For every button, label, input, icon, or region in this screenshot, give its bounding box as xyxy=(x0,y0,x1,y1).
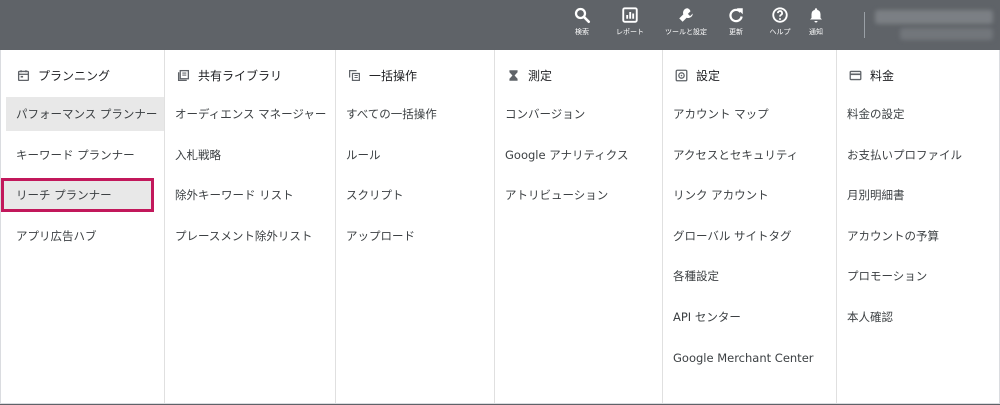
column-title: 測定 xyxy=(528,68,553,83)
menu-item-identity-verification[interactable]: 本人確認 xyxy=(837,300,999,334)
settings-icon xyxy=(675,69,688,81)
hourglass-icon xyxy=(509,69,518,81)
menu-item-attribution[interactable]: アトリビューション xyxy=(495,178,662,212)
top-toolbar: 検索 レポート ツールと設定 更新 ヘルプ 通知 xyxy=(0,0,1000,50)
menu-item-conversions[interactable]: コンバージョン xyxy=(495,97,662,131)
library-icon xyxy=(177,69,190,81)
menu-item-api-center[interactable]: API センター xyxy=(663,300,836,334)
menu-item-performance-planner[interactable]: パフォーマンス プランナー xyxy=(6,97,164,131)
menu-item-audience-manager[interactable]: オーディエンス マネージャー xyxy=(165,97,335,131)
report-label: レポート xyxy=(616,28,644,36)
column-title: プランニング xyxy=(38,68,111,83)
credit-card-icon xyxy=(849,70,862,80)
menu-item-promotions[interactable]: プロモーション xyxy=(837,259,999,293)
tools-settings-label: ツールと設定 xyxy=(665,28,707,36)
menu-item-all-bulk-actions[interactable]: すべての一括操作 xyxy=(336,97,494,131)
copy-icon xyxy=(349,69,360,81)
column-header-measurement: 測定 xyxy=(495,60,662,90)
column-title: 一括操作 xyxy=(369,68,418,83)
menu-item-account-budgets[interactable]: アカウントの予算 xyxy=(837,219,999,253)
menu-item-keyword-planner[interactable]: キーワード プランナー xyxy=(6,138,164,172)
menu-item-google-analytics[interactable]: Google アナリティクス xyxy=(495,138,662,172)
column-title: 設定 xyxy=(696,68,721,83)
search-label: 検索 xyxy=(575,28,589,36)
menu-item-bid-strategies[interactable]: 入札戦略 xyxy=(165,138,335,172)
account-id-blurred xyxy=(900,28,993,40)
column-header-shared-library: 共有ライブラリ xyxy=(165,60,335,90)
column-planning: プランニング パフォーマンス プランナー キーワード プランナー リーチ プラン… xyxy=(1,50,165,403)
menu-item-scripts[interactable]: スクリプト xyxy=(336,178,494,212)
search-button[interactable]: 検索 xyxy=(555,6,609,46)
wrench-icon xyxy=(679,8,693,22)
search-icon xyxy=(574,7,591,24)
toolbar-divider xyxy=(864,12,865,38)
column-billing: 料金 料金の設定 お支払いプロファイル 月別明細書 アカウントの予算 プロモーシ… xyxy=(837,50,999,403)
menu-item-placement-exclusion-lists[interactable]: プレースメント除外リスト xyxy=(165,219,335,253)
notifications-label: 通知 xyxy=(809,28,823,36)
column-title: 共有ライブラリ xyxy=(198,68,283,83)
menu-item-reach-planner[interactable]: リーチ プランナー xyxy=(1,178,154,213)
menu-item-linked-accounts[interactable]: リンク アカウント xyxy=(663,178,836,212)
column-shared-library: 共有ライブラリ オーディエンス マネージャー 入札戦略 除外キーワード リスト … xyxy=(165,50,336,403)
menu-item-billing-settings[interactable]: 料金の設定 xyxy=(837,97,999,131)
notifications-button[interactable]: 通知 xyxy=(789,6,843,46)
help-icon xyxy=(772,7,788,23)
menu-item-monthly-invoice[interactable]: 月別明細書 xyxy=(837,178,999,212)
menu-item-uploads[interactable]: アップロード xyxy=(336,219,494,253)
column-title: 料金 xyxy=(870,68,895,83)
menu-item-global-site-tag[interactable]: グローバル サイトタグ xyxy=(663,219,836,253)
account-info-blurred[interactable] xyxy=(875,10,993,24)
menu-item-google-merchant-center[interactable]: Google Merchant Center xyxy=(663,341,836,375)
menu-item-app-ads-hub[interactable]: アプリ広告ハブ xyxy=(6,219,164,253)
menu-item-negative-keyword-lists[interactable]: 除外キーワード リスト xyxy=(165,178,335,212)
calendar-icon xyxy=(17,69,30,81)
column-header-billing: 料金 xyxy=(837,60,999,90)
menu-item-rules[interactable]: ルール xyxy=(336,138,494,172)
report-icon xyxy=(622,7,638,23)
menu-item-access-security[interactable]: アクセスとセキュリティ xyxy=(663,138,836,172)
tools-menu-panel: プランニング パフォーマンス プランナー キーワード プランナー リーチ プラン… xyxy=(0,50,1000,404)
column-setup: 設定 アカウント マップ アクセスとセキュリティ リンク アカウント グローバル… xyxy=(663,50,837,403)
bell-icon xyxy=(810,8,822,23)
column-header-planning: プランニング xyxy=(1,60,164,90)
menu-item-payments-profile[interactable]: お支払いプロファイル xyxy=(837,138,999,172)
menu-item-preferences[interactable]: 各種設定 xyxy=(663,259,836,293)
column-measurement: 測定 コンバージョン Google アナリティクス アトリビューション xyxy=(495,50,663,403)
column-bulk-actions: 一括操作 すべての一括操作 ルール スクリプト アップロード xyxy=(336,50,495,403)
column-header-setup: 設定 xyxy=(663,60,836,90)
menu-item-account-map[interactable]: アカウント マップ xyxy=(663,97,836,131)
tools-settings-button[interactable]: ツールと設定 xyxy=(659,6,713,46)
column-header-bulk-actions: 一括操作 xyxy=(336,60,494,90)
refresh-icon xyxy=(729,8,743,23)
report-button[interactable]: レポート xyxy=(603,6,657,46)
